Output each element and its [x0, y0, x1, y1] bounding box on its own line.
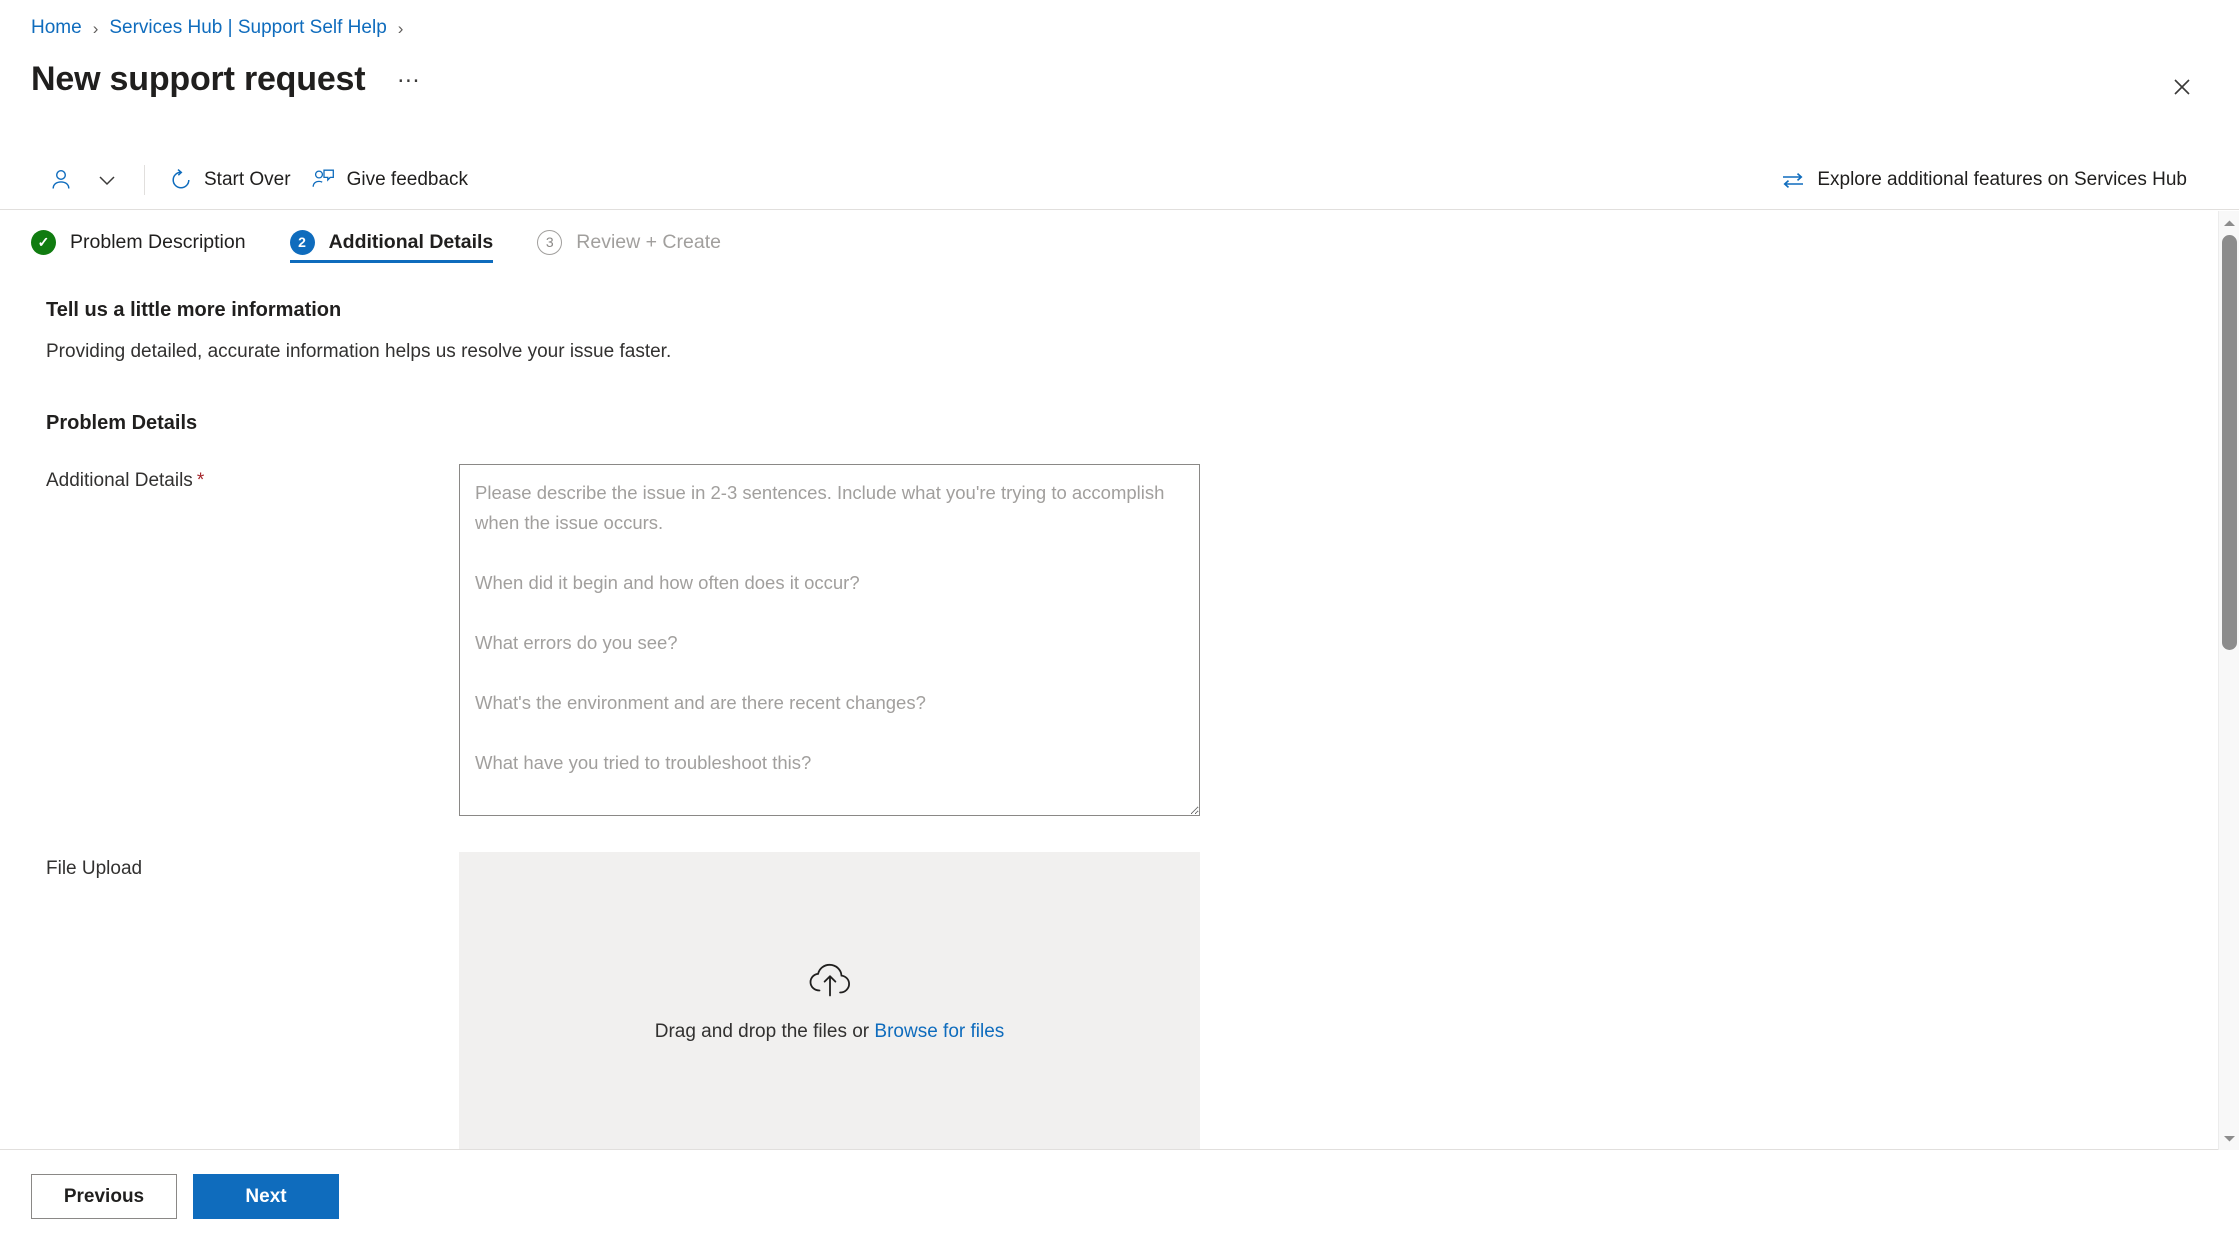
step-complete-icon: ✓ [31, 229, 56, 255]
file-upload-label: File Upload [46, 858, 143, 879]
active-tab-indicator [289, 260, 494, 263]
file-drop-instruction: Drag and drop the files or [654, 1020, 870, 1042]
tab-problem-description-label: Problem Description [70, 230, 246, 253]
scroll-up-button[interactable] [2219, 213, 2239, 233]
command-bar: Start Over Give feedback Explore additio… [0, 150, 2239, 210]
chevron-down-icon [96, 169, 118, 191]
required-indicator: * [196, 470, 205, 491]
close-icon [2174, 79, 2190, 95]
more-options-button[interactable]: … [390, 63, 428, 95]
scroll-down-button[interactable] [2219, 1128, 2239, 1148]
tab-review-create[interactable]: 3 Review + Create [537, 211, 735, 263]
breadcrumb-chevron-icon: › [92, 18, 99, 38]
tab-additional-details[interactable]: 2 Additional Details [289, 211, 508, 263]
previous-button[interactable]: Previous [31, 1174, 177, 1219]
page-title: New support request [31, 59, 366, 98]
account-button[interactable] [38, 161, 84, 199]
cloud-upload-icon [808, 962, 852, 1003]
scrollbar-thumb[interactable] [2222, 235, 2237, 650]
give-feedback-label: Give feedback [346, 168, 469, 190]
wizard-steps: ✓ Problem Description 2 Additional Detai… [0, 211, 2239, 273]
swap-arrows-icon [1780, 169, 1806, 191]
field-file-upload: File Upload Drag and drop the files or B… [46, 852, 2239, 1149]
wizard-footer: Previous Next [0, 1150, 2239, 1243]
start-over-label: Start Over [204, 168, 291, 190]
group-title-problem-details: Problem Details [46, 412, 198, 434]
title-row: New support request … [31, 56, 2239, 102]
start-over-button[interactable]: Start Over [159, 162, 301, 198]
tab-additional-details-label: Additional Details [328, 230, 494, 253]
command-bar-left: Start Over Give feedback [0, 161, 478, 199]
breadcrumb-item-services-hub[interactable]: Services Hub | Support Self Help [109, 17, 386, 39]
command-bar-divider [144, 164, 145, 195]
file-drop-text: Drag and drop the files or Browse for fi… [655, 1021, 1005, 1043]
tab-review-create-label: Review + Create [576, 230, 721, 253]
person-icon [48, 167, 74, 193]
additional-details-label: Additional Details * [46, 464, 459, 492]
explore-services-hub-link[interactable]: Explore additional features on Services … [1770, 163, 2197, 197]
field-additional-details: Additional Details * [46, 464, 2239, 816]
caret-up-icon [2223, 220, 2235, 226]
caret-down-icon [2223, 1135, 2235, 1141]
step-number-badge: 2 [289, 229, 315, 255]
feedback-person-icon [311, 167, 336, 192]
file-drop-zone[interactable]: Drag and drop the files or Browse for fi… [459, 852, 1200, 1149]
form-content: Tell us a little more information Provid… [0, 273, 2239, 1149]
additional-details-label-text: Additional Details [46, 470, 193, 491]
vertical-scrollbar[interactable] [2218, 211, 2239, 1150]
section-subtitle: Providing detailed, accurate information… [46, 341, 672, 362]
close-button[interactable] [2165, 70, 2199, 104]
breadcrumb-item-home[interactable]: Home [31, 17, 82, 39]
step-number-badge: 3 [537, 229, 563, 255]
additional-details-textarea[interactable] [459, 464, 1200, 816]
command-bar-right: Explore additional features on Services … [1770, 163, 2239, 197]
next-button[interactable]: Next [193, 1174, 339, 1219]
section-title: Tell us a little more information [46, 299, 342, 321]
account-dropdown-button[interactable] [84, 163, 130, 197]
browse-for-files-link[interactable]: Browse for files [874, 1021, 1004, 1042]
give-feedback-button[interactable]: Give feedback [301, 161, 478, 198]
explore-services-hub-label: Explore additional features on Services … [1817, 168, 2187, 190]
tab-problem-description[interactable]: ✓ Problem Description [31, 211, 260, 263]
breadcrumb: Home › Services Hub | Support Self Help … [31, 12, 414, 44]
refresh-icon [169, 168, 193, 192]
breadcrumb-chevron-icon: › [397, 18, 404, 38]
wizard-scroll-area: ✓ Problem Description 2 Additional Detai… [0, 211, 2239, 1150]
